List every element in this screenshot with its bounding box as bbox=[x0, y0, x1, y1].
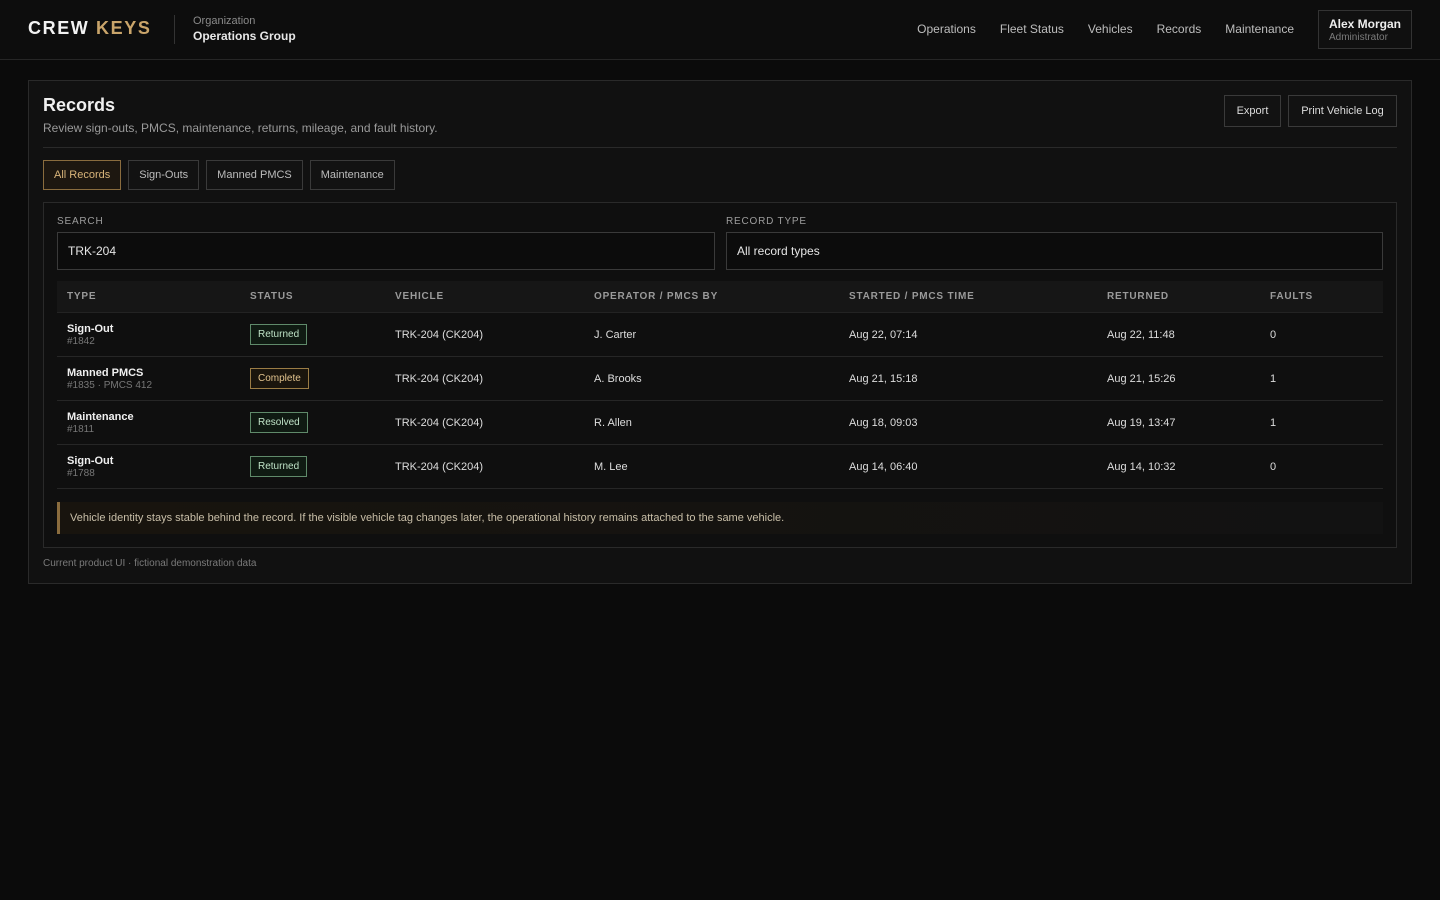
nav-operations[interactable]: Operations bbox=[917, 22, 976, 36]
type-cell: Sign-Out #1788 bbox=[57, 455, 250, 479]
record-type-label: Record Type bbox=[726, 216, 807, 227]
brand-logo[interactable]: CREW KEYS bbox=[28, 18, 151, 39]
records-panel: Records Review sign-outs, PMCS, maintena… bbox=[28, 80, 1412, 584]
status-badge: Resolved bbox=[250, 412, 308, 433]
vehicle-cell: TRK-204 (CK204) bbox=[395, 416, 484, 429]
vehicle-cell: TRK-204 (CK204) bbox=[395, 328, 484, 341]
user-name: Alex Morgan bbox=[1329, 17, 1402, 31]
status-cell: Complete bbox=[250, 368, 395, 389]
status-badge: Returned bbox=[250, 324, 308, 345]
table-row[interactable]: Manned PMCS #1835 · PMCS 412 Complete TR… bbox=[57, 357, 1383, 401]
brand-word-keys: KEYS bbox=[96, 18, 152, 38]
brand-word-crew: CREW bbox=[28, 18, 90, 38]
header-started[interactable]: Started / PMCS time bbox=[849, 291, 1107, 302]
operator-cell: J. Carter bbox=[594, 328, 637, 341]
record-type-name: Sign-Out bbox=[67, 454, 114, 467]
organization-info: Organization Operations Group bbox=[193, 15, 296, 43]
record-type-select[interactable]: All record types bbox=[726, 232, 1383, 270]
vehicle-cell: TRK-204 (CK204) bbox=[395, 372, 484, 385]
title-divider bbox=[43, 147, 1397, 148]
record-type-name: Sign-Out bbox=[67, 322, 114, 335]
record-id: #1811 bbox=[67, 423, 95, 435]
nav-vehicles[interactable]: Vehicles bbox=[1088, 22, 1133, 36]
status-cell: Returned bbox=[250, 324, 395, 345]
type-cell: Maintenance #1811 bbox=[57, 411, 250, 435]
footnote: Current product UI · fictional demonstra… bbox=[43, 558, 257, 569]
started-cell: Aug 21, 15:18 bbox=[849, 372, 918, 385]
started-cell: Aug 22, 07:14 bbox=[849, 328, 918, 341]
faults-cell: 0 bbox=[1270, 460, 1277, 473]
brand-divider bbox=[174, 15, 175, 44]
record-id: #1835 · PMCS 412 bbox=[67, 379, 153, 391]
header-returned[interactable]: Returned bbox=[1107, 291, 1270, 302]
returned-cell: Aug 19, 13:47 bbox=[1107, 416, 1176, 429]
returned-cell: Aug 14, 10:32 bbox=[1107, 460, 1176, 473]
records-table: Type Status Vehicle Operator / PMCS by S… bbox=[57, 281, 1383, 489]
type-cell: Sign-Out #1842 bbox=[57, 323, 250, 347]
tab-maintenance[interactable]: Maintenance bbox=[309, 160, 395, 190]
status-cell: Returned bbox=[250, 456, 395, 477]
started-cell: Aug 14, 06:40 bbox=[849, 460, 918, 473]
tab-all-records[interactable]: All Records bbox=[43, 160, 122, 190]
table-row[interactable]: Sign-Out #1788 Returned TRK-204 (CK204) … bbox=[57, 445, 1383, 489]
status-badge: Returned bbox=[250, 456, 308, 477]
operator-cell: A. Brooks bbox=[594, 372, 642, 385]
table-header: Type Status Vehicle Operator / PMCS by S… bbox=[57, 281, 1383, 313]
vehicle-cell: TRK-204 (CK204) bbox=[395, 460, 484, 473]
record-type-name: Manned PMCS bbox=[67, 366, 144, 379]
status-badge: Complete bbox=[250, 368, 309, 389]
top-bar: CREW KEYS Organization Operations Group … bbox=[0, 0, 1440, 60]
page-title: Records bbox=[43, 95, 116, 115]
organization-name: Operations Group bbox=[193, 29, 296, 43]
faults-cell: 1 bbox=[1270, 372, 1277, 385]
main-nav: Operations Fleet Status Vehicles Records… bbox=[893, 22, 1294, 36]
search-label: Search bbox=[57, 216, 104, 227]
user-menu[interactable]: Alex Morgan Administrator bbox=[1318, 10, 1412, 49]
header-faults[interactable]: Faults bbox=[1270, 291, 1383, 302]
header-status[interactable]: Status bbox=[250, 291, 395, 302]
print-vehicle-log-button[interactable]: Print Vehicle Log bbox=[1288, 95, 1397, 127]
page-subtitle: Review sign-outs, PMCS, maintenance, ret… bbox=[43, 121, 438, 135]
operator-cell: M. Lee bbox=[594, 460, 628, 473]
tab-manned-pmcs[interactable]: Manned PMCS bbox=[206, 160, 303, 190]
tab-sign-outs[interactable]: Sign-Outs bbox=[128, 160, 200, 190]
search-input[interactable]: TRK-204 bbox=[57, 232, 715, 270]
record-tabs: All Records Sign-Outs Manned PMCS Mainte… bbox=[43, 160, 402, 190]
faults-cell: 0 bbox=[1270, 328, 1277, 341]
faults-cell: 1 bbox=[1270, 416, 1277, 429]
table-row[interactable]: Maintenance #1811 Resolved TRK-204 (CK20… bbox=[57, 401, 1383, 445]
header-vehicle[interactable]: Vehicle bbox=[395, 291, 594, 302]
organization-label: Organization bbox=[193, 15, 256, 27]
record-type-name: Maintenance bbox=[67, 410, 134, 423]
nav-maintenance[interactable]: Maintenance bbox=[1225, 22, 1294, 36]
type-cell: Manned PMCS #1835 · PMCS 412 bbox=[57, 367, 250, 391]
nav-records[interactable]: Records bbox=[1157, 22, 1202, 36]
vehicle-identity-notice: Vehicle identity stays stable behind the… bbox=[57, 502, 1383, 534]
header-operator[interactable]: Operator / PMCS by bbox=[594, 291, 849, 302]
records-filter-table-box: Search TRK-204 Record Type All record ty… bbox=[43, 202, 1397, 548]
started-cell: Aug 18, 09:03 bbox=[849, 416, 918, 429]
returned-cell: Aug 22, 11:48 bbox=[1107, 328, 1175, 341]
nav-fleet-status[interactable]: Fleet Status bbox=[1000, 22, 1064, 36]
user-role: Administrator bbox=[1329, 32, 1388, 43]
record-id: #1788 bbox=[67, 467, 95, 479]
header-type[interactable]: Type bbox=[57, 291, 250, 302]
returned-cell: Aug 21, 15:26 bbox=[1107, 372, 1176, 385]
export-button[interactable]: Export bbox=[1224, 95, 1281, 127]
record-id: #1842 bbox=[67, 335, 95, 347]
table-row[interactable]: Sign-Out #1842 Returned TRK-204 (CK204) … bbox=[57, 313, 1383, 357]
status-cell: Resolved bbox=[250, 412, 395, 433]
operator-cell: R. Allen bbox=[594, 416, 632, 429]
